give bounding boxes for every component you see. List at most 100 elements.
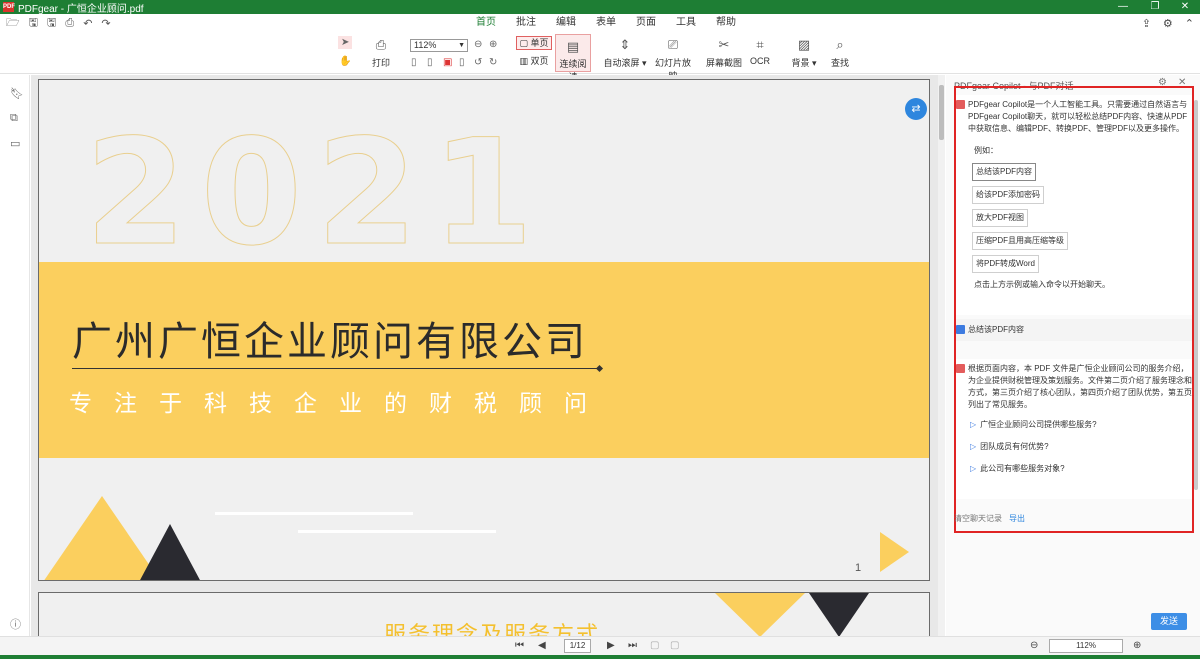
scrollbar-thumb[interactable] bbox=[939, 85, 944, 140]
tab-help[interactable]: 帮助 bbox=[706, 16, 746, 32]
print-button[interactable]: ⎙ 打印 bbox=[366, 36, 396, 69]
ribbon: ➤ ✋ ⎙ 打印 112% ▼ ⊖ ⊕ ▯ ▯ ▣ ▯ ↺ ↻ ▢ 单页 ▥ 双… bbox=[0, 32, 1200, 82]
save-icon[interactable]: 🖫 bbox=[29, 14, 38, 33]
forward-view-icon[interactable]: ▢ bbox=[670, 640, 679, 651]
last-page-icon[interactable]: ⏭ bbox=[628, 640, 637, 651]
pdf-page-2: 服务理念及服务方式 bbox=[38, 592, 930, 636]
ribbon-tabs: 首页 批注 编辑 表单 页面 工具 帮助 bbox=[466, 16, 746, 34]
undo-icon[interactable]: ↶ bbox=[83, 17, 92, 30]
thumbnails-icon[interactable]: ⧉ bbox=[10, 112, 18, 125]
rotate-right-icon[interactable]: ↻ bbox=[489, 57, 497, 68]
ocr-icon: ⌗ bbox=[756, 37, 764, 52]
rotate-left-icon[interactable]: ↺ bbox=[474, 57, 482, 68]
auto-scroll-button[interactable]: ⇕ 自动滚屏 ▾ bbox=[603, 36, 647, 69]
year-outline-text: 2021 bbox=[84, 108, 548, 278]
export-link[interactable]: 导出 bbox=[1009, 513, 1025, 524]
maximize-button[interactable]: ❐ bbox=[1142, 0, 1168, 14]
single-page-button[interactable]: ▢ 单页 bbox=[516, 36, 552, 50]
tab-page[interactable]: 页面 bbox=[626, 16, 666, 32]
slideshow-icon: ⎚ bbox=[667, 37, 679, 52]
tab-edit[interactable]: 编辑 bbox=[546, 16, 586, 32]
dark-triangle bbox=[139, 524, 201, 580]
send-button[interactable]: 发送 bbox=[1151, 613, 1187, 630]
comments-icon[interactable]: ▭ bbox=[10, 137, 20, 150]
select-tool-icon[interactable]: ➤ bbox=[338, 36, 353, 49]
window-title: PDFgear - 广恒企业顾问.pdf bbox=[18, 3, 144, 15]
zoom-field[interactable]: 112% bbox=[1049, 639, 1123, 653]
zoom-value: 112% bbox=[414, 40, 437, 50]
scissors-icon: ✂ bbox=[718, 37, 730, 52]
collapse-ribbon-icon[interactable]: ⌃ bbox=[1185, 17, 1194, 30]
info-icon[interactable]: ⓘ bbox=[10, 616, 21, 632]
back-view-icon[interactable]: ▢ bbox=[650, 640, 659, 651]
decor-line bbox=[215, 512, 413, 515]
first-page-icon[interactable]: ⏮ bbox=[515, 640, 524, 651]
page-number: 1 bbox=[855, 562, 862, 574]
taskbar-strip bbox=[0, 655, 1200, 659]
double-page-icon: ▥ bbox=[519, 56, 528, 66]
single-page-label: 单页 bbox=[530, 38, 549, 48]
tab-home[interactable]: 首页 bbox=[466, 16, 506, 34]
pdf-page-1: 2021 广州广恒企业顾问有限公司 专注于科技企业的财税顾问 1 bbox=[38, 79, 930, 581]
copilot-scrollbar[interactable] bbox=[1194, 100, 1198, 490]
auto-scroll-label: 自动滚屏 bbox=[603, 58, 640, 68]
status-bar: ⏮ ◀ 1/12 ▶ ⏭ ▢ ▢ ⊖ 112% ⊕ bbox=[0, 636, 1200, 655]
background-button[interactable]: ▨ 背景 ▾ bbox=[789, 36, 819, 69]
zoom-out-icon[interactable]: ⊖ bbox=[1030, 640, 1038, 651]
double-page-label: 双页 bbox=[530, 56, 549, 66]
redo-icon[interactable]: ↷ bbox=[101, 17, 110, 30]
settings-icon[interactable]: ⚙ bbox=[1163, 17, 1173, 30]
ocr-label: OCR bbox=[750, 56, 770, 66]
decor-line bbox=[298, 530, 496, 533]
screenshot-button[interactable]: ✂ 屏幕截图 bbox=[705, 36, 743, 69]
chevron-down-icon: ▾ bbox=[639, 58, 647, 68]
open-icon[interactable]: 🗁 bbox=[6, 14, 20, 33]
dark-triangle bbox=[809, 593, 869, 636]
zoom-in-icon[interactable]: ⊕ bbox=[1133, 640, 1141, 651]
yellow-triangle bbox=[715, 593, 805, 636]
tab-annotate[interactable]: 批注 bbox=[506, 16, 546, 32]
clear-history-link[interactable]: 清空聊天记录 bbox=[954, 513, 1002, 524]
left-sidebar: 🔖︎ ⧉ ▭ ⓘ bbox=[0, 75, 30, 636]
zoom-select[interactable]: 112% ▼ bbox=[410, 39, 468, 52]
pdfgear-logo-icon: PDF bbox=[3, 2, 15, 12]
fit-actual-size-icon[interactable]: ▯ bbox=[411, 57, 417, 68]
screenshot-label: 屏幕截图 bbox=[705, 58, 742, 68]
fit-visible-icon[interactable]: ▯ bbox=[459, 57, 465, 68]
top-right-icons: ⇪ ⚙ ⌃ bbox=[1142, 17, 1194, 30]
fit-width-icon[interactable]: ▣ bbox=[443, 57, 452, 68]
yellow-arrow-triangle bbox=[880, 532, 909, 572]
tab-form[interactable]: 表单 bbox=[586, 16, 626, 32]
save-as-icon[interactable]: 🖫 bbox=[47, 14, 56, 33]
print-icon[interactable]: ⎙ bbox=[65, 17, 74, 30]
hand-tool-icon[interactable]: ✋ bbox=[339, 56, 351, 67]
continuous-reading-icon: ▤ bbox=[566, 39, 580, 54]
share-icon[interactable]: ⇪ bbox=[1142, 17, 1151, 30]
background-icon: ▨ bbox=[797, 37, 811, 52]
company-name: 广州广恒企业顾问有限公司 bbox=[72, 320, 588, 364]
close-button[interactable]: ✕ bbox=[1172, 0, 1198, 14]
auto-scroll-icon: ⇕ bbox=[619, 37, 631, 52]
single-page-icon: ▢ bbox=[519, 38, 528, 48]
highlight-frame bbox=[954, 86, 1194, 533]
document-scrollbar[interactable] bbox=[938, 75, 945, 636]
zoom-in-icon[interactable]: ⊕ bbox=[489, 39, 497, 50]
zoom-out-icon[interactable]: ⊖ bbox=[474, 39, 482, 50]
minimize-button[interactable]: — bbox=[1110, 0, 1136, 14]
page-input[interactable]: 1/12 bbox=[564, 639, 591, 653]
double-page-button[interactable]: ▥ 双页 bbox=[516, 54, 552, 68]
continuous-reading-button[interactable]: ▤ 连续阅读 bbox=[555, 34, 591, 82]
printer-icon: ⎙ bbox=[375, 37, 387, 52]
bookmark-icon[interactable]: 🔖︎ bbox=[10, 87, 24, 100]
ocr-button[interactable]: ⌗ OCR bbox=[747, 36, 773, 66]
find-button[interactable]: ⌕ 查找 bbox=[827, 36, 853, 69]
tab-tools[interactable]: 工具 bbox=[666, 16, 706, 32]
fit-page-icon[interactable]: ▯ bbox=[427, 57, 433, 68]
document-viewer[interactable]: 2021 广州广恒企业顾问有限公司 专注于科技企业的财税顾问 1 服务理念及服务… bbox=[31, 75, 945, 636]
previous-page-icon[interactable]: ◀ bbox=[538, 640, 546, 651]
copilot-panel: PDFgear Copilot - 与PDF对话 ⚙ ✕ PDFgear Cop… bbox=[946, 75, 1200, 636]
convert-float-icon[interactable]: ⇄ bbox=[905, 98, 927, 120]
next-page-icon[interactable]: ▶ bbox=[607, 640, 615, 651]
title-underline bbox=[72, 368, 599, 369]
slogan: 专注于科技企业的财税顾问 bbox=[69, 390, 609, 416]
